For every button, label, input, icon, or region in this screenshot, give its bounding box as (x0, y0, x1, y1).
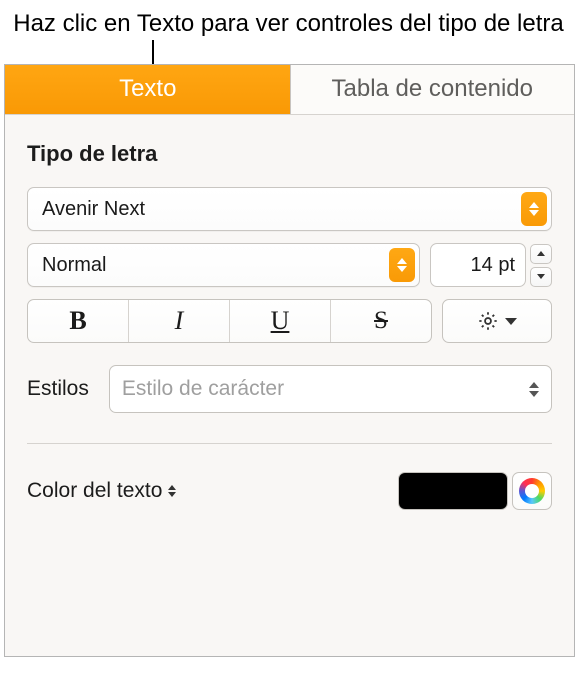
font-family-popup[interactable]: Avenir Next (27, 187, 552, 231)
text-color-swatch[interactable] (398, 472, 508, 510)
color-wheel-icon (519, 478, 545, 504)
italic-icon: I (175, 306, 184, 336)
font-section-header: Tipo de letra (27, 141, 552, 167)
strikethrough-icon: S (374, 307, 388, 335)
panel-content: Tipo de letra Avenir Next Normal 14 pt B… (5, 115, 574, 510)
font-size-down-button[interactable] (530, 267, 552, 287)
bold-icon: B (69, 306, 86, 336)
character-style-placeholder: Estilo de carácter (122, 377, 529, 401)
popup-arrow-icon (529, 382, 539, 397)
section-divider (27, 443, 552, 444)
popup-arrow-icon (521, 192, 547, 226)
chevron-up-icon (537, 251, 545, 256)
callout-leader-line (152, 40, 154, 64)
bold-button[interactable]: B (28, 300, 128, 342)
popup-arrow-icon (389, 248, 415, 282)
text-color-label: Color del texto (27, 479, 162, 503)
font-size-up-button[interactable] (530, 244, 552, 264)
gear-icon (477, 310, 499, 332)
character-style-popup[interactable]: Estilo de carácter (109, 365, 552, 413)
italic-button[interactable]: I (128, 300, 229, 342)
font-family-value: Avenir Next (42, 198, 521, 221)
font-size-stepper (530, 244, 552, 287)
callout-annotation: Haz clic en Texto para ver controles del… (0, 0, 577, 40)
font-size-input[interactable]: 14 pt (430, 243, 526, 287)
text-format-group: B I U S (27, 299, 432, 343)
styles-label: Estilos (27, 377, 89, 401)
font-size-field: 14 pt (430, 243, 552, 287)
chevron-down-icon (537, 274, 545, 279)
text-color-popup[interactable]: Color del texto (27, 479, 176, 503)
font-style-popup[interactable]: Normal (27, 243, 420, 287)
tab-text[interactable]: Texto (5, 65, 290, 114)
chevron-down-icon (505, 318, 517, 325)
popup-arrow-icon (168, 485, 176, 497)
underline-icon: U (271, 306, 290, 336)
text-color-controls (398, 472, 552, 510)
format-panel: Texto Tabla de contenido Tipo de letra A… (4, 64, 575, 657)
tab-table-of-contents[interactable]: Tabla de contenido (290, 65, 575, 114)
strikethrough-button[interactable]: S (330, 300, 431, 342)
underline-button[interactable]: U (229, 300, 330, 342)
color-picker-button[interactable] (512, 472, 552, 510)
font-style-value: Normal (42, 254, 389, 277)
panel-tabs: Texto Tabla de contenido (5, 65, 574, 115)
advanced-options-button[interactable] (442, 299, 552, 343)
